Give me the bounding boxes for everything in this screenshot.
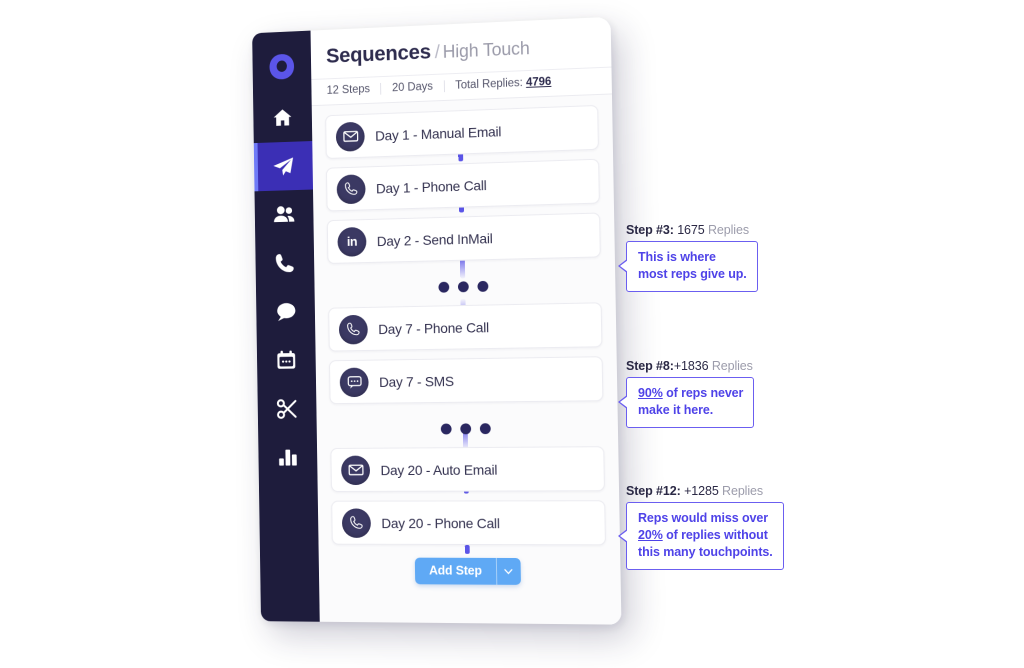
phone-icon [336,173,366,204]
step-card[interactable]: in Day 2 - Send InMail [326,212,601,264]
phone-icon [338,314,368,345]
ellipsis-dot [476,280,488,292]
annotation-line-1: 90% of reps never [638,386,744,400]
linkedin-label: in [346,233,358,249]
annotation-step-number: Step #12: [626,484,681,498]
step-card[interactable]: Day 1 - Phone Call [325,158,600,212]
annotation-replies-word: Replies [708,223,749,237]
step-card[interactable]: Day 7 - Phone Call [328,302,603,352]
ellipsis-dot [457,280,469,292]
add-step-row: Add Step [332,553,607,601]
add-step-button[interactable]: Add Step [415,557,521,585]
sidebar-item-messages[interactable] [256,287,315,337]
stat-replies-value: 4796 [525,75,552,89]
annotation-step-8: Step #8:+1836 Replies 90% of reps never … [617,359,755,428]
chevron-down-icon[interactable] [495,557,521,585]
step-card[interactable]: Day 20 - Auto Email [330,446,605,492]
step-label: Day 20 - Auto Email [380,461,498,478]
annotation-replies-word: Replies [711,359,753,373]
envelope-icon [340,455,371,485]
stat-days: 20 Days [380,80,444,95]
title-separator: / [434,42,441,64]
main-panel: Sequences / High Touch 12 Steps 20 Days To… [310,16,622,625]
sms-glyph [346,373,363,389]
phone-glyph [343,180,360,197]
app-logo[interactable] [261,45,303,89]
annotation-line-2: most reps give up. [638,266,747,281]
people-icon [273,206,295,223]
title-main: Sequences [325,40,432,68]
stat-steps: 12 Steps [326,83,371,97]
annotation-callout: Reps would miss over 20% of replies with… [618,502,784,570]
stat-total-replies: Total Replies: 4796 [443,75,563,93]
annotation-replies-word: Replies [722,484,764,498]
envelope-glyph [347,461,364,478]
scissors-icon [275,396,299,421]
step-card[interactable]: Day 20 - Phone Call [331,500,606,546]
step-connector [464,544,470,554]
sidebar-item-reports[interactable] [258,433,317,482]
phone-glyph [345,321,362,338]
step-label: Day 20 - Phone Call [381,514,500,531]
annotation-line-2: make it here. [638,402,714,417]
chat-icon [276,302,295,321]
app-window: Sequences / High Touch 12 Steps 20 Days To… [252,16,622,625]
annotation-step-12: Step #12: +1285 Replies Reps would miss … [618,484,784,570]
chevron-down-glyph [503,566,514,577]
steps-list: Day 1 - Manual Email Day 1 - Phone Call … [311,94,622,625]
step-label: Day 1 - Phone Call [375,176,487,196]
app-window-wrapper: Sequences / High Touch 12 Steps 20 Days To… [246,16,622,625]
sidebar-item-snippets[interactable] [257,384,316,433]
collapsed-steps-indicator[interactable] [328,266,602,305]
add-step-label: Add Step [428,563,482,578]
step-card[interactable]: Day 1 - Manual Email [325,104,599,159]
step-label: Day 2 - Send InMail [376,229,493,249]
annotation-line-3: this many touchpoints. [638,544,773,559]
envelope-icon [335,121,365,152]
linkedin-icon: in [337,226,367,257]
ellipsis-dot [440,423,452,434]
sidebar-item-contacts[interactable] [255,190,314,240]
stat-replies-label: Total Replies: [455,77,523,92]
annotation-callout: This is where most reps give up. [618,241,758,292]
annotation-heading: Step #8:+1836 Replies [626,359,754,373]
sidebar [252,30,320,622]
annotation-heading: Step #12: +1285 Replies [626,484,784,498]
phone-icon [341,507,372,538]
annotation-callout: 90% of reps never make it here. [617,377,755,428]
annotation-step-number: Step #3: [626,223,674,237]
phone-icon [275,253,294,273]
annotation-step-number: Step #8: [626,359,674,373]
sidebar-item-home[interactable] [253,93,312,144]
title-subtitle: High Touch [442,38,530,62]
ellipsis-dot [437,281,449,293]
annotation-count: 1675 [677,223,705,237]
sms-icon [339,367,369,397]
annotation-line-1: Reps would miss over [638,511,768,525]
sidebar-item-calls[interactable] [255,238,314,288]
ellipsis-dot [459,422,471,434]
annotation-step-3: Step #3: 1675 Replies This is where most… [618,223,758,292]
home-icon [273,109,292,126]
step-label: Day 7 - Phone Call [378,318,490,337]
phone-glyph [348,514,365,531]
step-card[interactable]: Day 7 - SMS [328,356,604,405]
calendar-icon [277,350,296,369]
blob-logo-icon [269,53,295,80]
bar-chart-icon [279,449,297,466]
step-label: Day 7 - SMS [378,372,454,390]
annotation-line-1: This is where [638,250,716,264]
annotation-count: +1836 [673,359,709,373]
ellipsis-dot [479,422,491,434]
envelope-glyph [342,128,358,145]
step-label: Day 1 - Manual Email [375,122,502,144]
sidebar-item-calendar[interactable] [257,335,316,384]
annotation-heading: Step #3: 1675 Replies [626,223,758,237]
annotation-line-2: 20% of replies without [638,527,768,542]
paper-plane-icon [273,157,294,176]
annotation-count: +1285 [684,484,719,498]
collapsed-steps-indicator[interactable] [330,410,604,446]
screenshot-root: Sequences / High Touch 12 Steps 20 Days To… [0,0,1024,668]
sidebar-item-sequences[interactable] [253,141,314,192]
